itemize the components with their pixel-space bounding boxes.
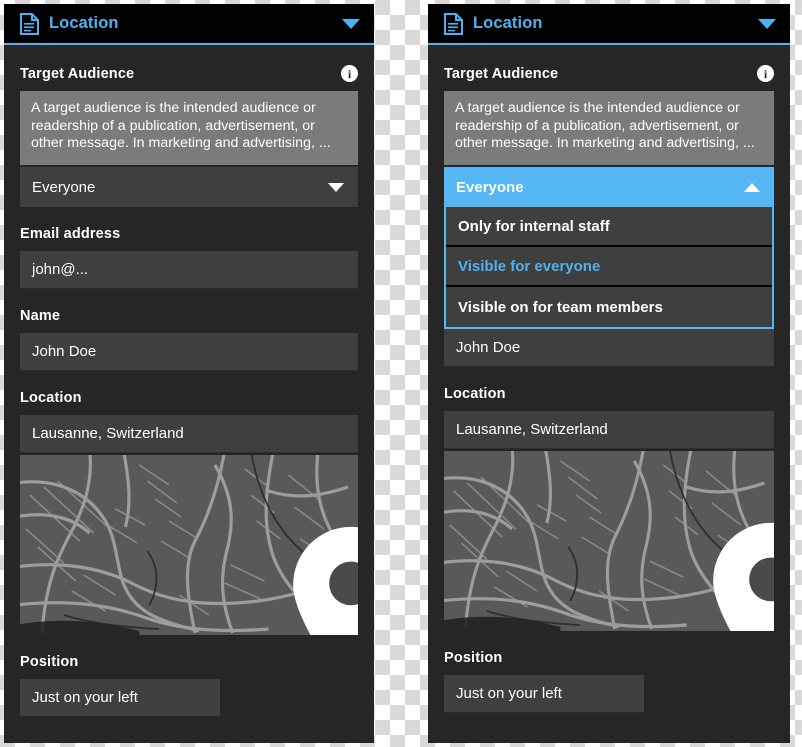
target-audience-header: Target Audience i: [444, 45, 774, 91]
document-icon: [444, 12, 463, 35]
email-field[interactable]: john@...: [20, 251, 358, 289]
position-label-block: Position: [20, 635, 358, 679]
audience-select-open: Everyone Only for internal staff Visible…: [444, 167, 774, 329]
location-panel-closed: Location Target Audience i A target audi…: [4, 4, 374, 743]
name-field[interactable]: John Doe: [444, 329, 774, 367]
target-audience-header: Target Audience i: [20, 45, 358, 91]
email-label-block: Email address: [20, 207, 358, 251]
audience-option[interactable]: Only for internal staff: [446, 207, 772, 247]
location-field[interactable]: Lausanne, Switzerland: [444, 411, 774, 449]
chevron-up-icon: [744, 182, 760, 192]
screenshot-stage: Location Target Audience i A target audi…: [0, 0, 802, 747]
position-label: Position: [20, 654, 79, 670]
target-audience-label: Target Audience: [20, 65, 135, 82]
audience-option-list: Only for internal staff Visible for ever…: [444, 207, 774, 329]
chevron-down-icon[interactable]: [758, 18, 776, 29]
panel-title: Location: [473, 14, 543, 32]
chevron-down-icon: [328, 182, 344, 192]
location-panel-open: Location Target Audience i A target audi…: [428, 4, 790, 743]
chevron-down-icon[interactable]: [342, 18, 360, 29]
location-map[interactable]: [444, 451, 774, 631]
panel-body: Target Audience i A target audience is t…: [4, 45, 374, 741]
location-label: Location: [20, 390, 82, 406]
document-icon: [20, 12, 39, 35]
panel-title: Location: [49, 14, 119, 32]
location-map[interactable]: [20, 455, 358, 635]
location-label-block: Location: [444, 367, 774, 411]
location-label-block: Location: [20, 371, 358, 415]
audience-select-value: Everyone: [32, 178, 96, 196]
audience-option[interactable]: Visible on for team members: [446, 287, 772, 327]
location-label: Location: [444, 386, 506, 402]
panel-header[interactable]: Location: [4, 4, 374, 45]
position-label: Position: [444, 650, 503, 666]
panel-header[interactable]: Location: [428, 4, 790, 45]
map-pin-icon: [293, 526, 358, 635]
target-audience-description: A target audience is the intended audien…: [20, 91, 358, 165]
name-label: Name: [20, 308, 61, 324]
location-field[interactable]: Lausanne, Switzerland: [20, 415, 358, 453]
target-audience-label: Target Audience: [444, 65, 559, 82]
info-icon[interactable]: i: [341, 65, 358, 82]
position-field[interactable]: Just on your left: [20, 679, 220, 717]
map-pin-icon: [713, 522, 774, 631]
target-audience-description: A target audience is the intended audien…: [444, 91, 774, 165]
email-label: Email address: [20, 226, 121, 242]
audience-select-trigger[interactable]: Everyone: [444, 167, 774, 207]
audience-option[interactable]: Visible for everyone: [446, 247, 772, 287]
panel-body: Target Audience i A target audience is t…: [428, 45, 790, 741]
position-label-block: Position: [444, 631, 774, 675]
audience-select[interactable]: Everyone: [20, 167, 358, 207]
audience-select-value: Everyone: [456, 178, 524, 196]
name-label-block: Name: [20, 289, 358, 333]
info-icon[interactable]: i: [757, 65, 774, 82]
position-field[interactable]: Just on your left: [444, 675, 644, 713]
name-field[interactable]: John Doe: [20, 333, 358, 371]
